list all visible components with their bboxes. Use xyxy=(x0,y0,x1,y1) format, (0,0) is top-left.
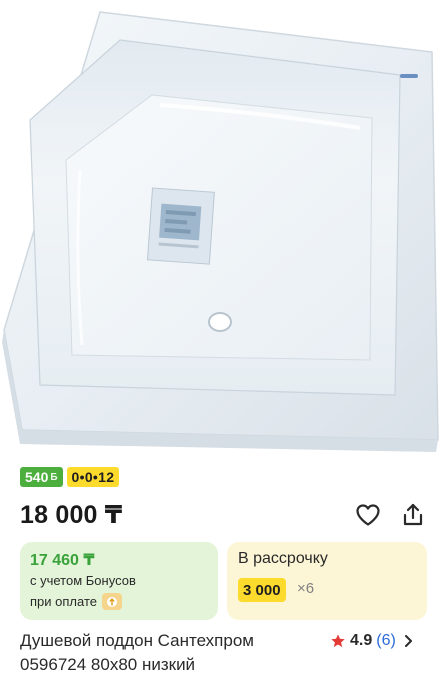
installment-badge: 0•0•12 xyxy=(66,467,120,487)
review-count: (6) xyxy=(376,632,396,649)
installment-amount: 3 000 xyxy=(238,578,286,602)
product-image[interactable] xyxy=(0,0,447,458)
rating-link[interactable]: 4.9 (6) xyxy=(330,632,414,650)
star-icon xyxy=(331,634,345,647)
share-button[interactable] xyxy=(398,500,428,530)
bonus-price-card[interactable]: 17 460 ₸ с учетом Бонусов при оплате xyxy=(20,542,218,620)
bonus-note-line2-row: при оплате xyxy=(30,593,122,610)
installment-multiplier: ×6 xyxy=(297,580,315,597)
rating-value: 4.9 xyxy=(350,632,373,649)
bonus-badge: 540 Б xyxy=(20,467,63,487)
heart-icon xyxy=(356,504,380,526)
bonus-note-line1: с учетом Бонусов xyxy=(30,573,136,588)
installment-card[interactable]: В рассрочку 3 000 ×6 xyxy=(227,542,427,620)
bonus-price: 17 460 ₸ xyxy=(30,552,95,569)
payment-icon xyxy=(101,593,122,610)
chevron-right-icon xyxy=(404,635,412,647)
bonus-badge-value: 540 xyxy=(25,469,49,485)
product-title-line1: Душевой поддон Сантехпром xyxy=(20,631,254,650)
bonus-currency: Б xyxy=(50,471,58,483)
installment-title: В рассрочку xyxy=(238,550,328,567)
product-title-line2: 0596724 80x80 низкий xyxy=(20,655,196,674)
bonus-note-line2: при оплате xyxy=(30,594,97,609)
product-price: 18 000 ₸ xyxy=(20,501,123,529)
promo-badges: 540 Б 0•0•12 xyxy=(20,467,120,487)
price-row: 18 000 ₸ xyxy=(20,498,430,532)
favorite-button[interactable] xyxy=(353,500,383,530)
share-icon xyxy=(403,503,423,526)
product-title[interactable]: Душевой поддон Сантехпром 0596724 80x80 … xyxy=(20,629,325,677)
